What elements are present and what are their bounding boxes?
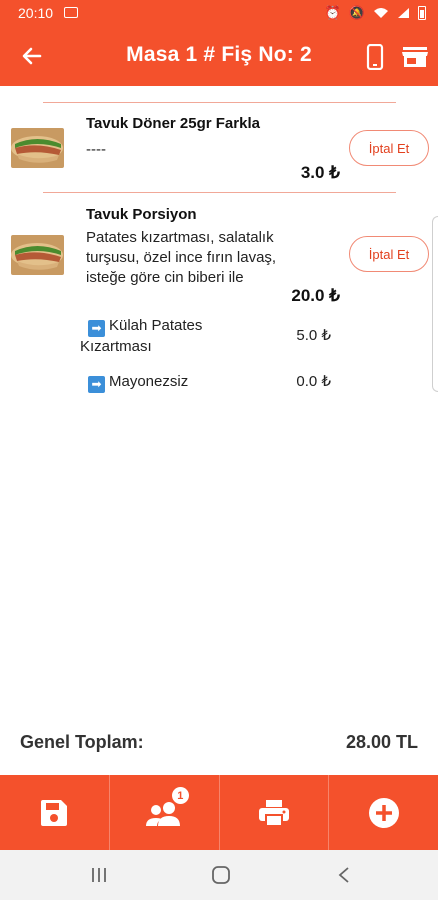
grand-total-row: Genel Toplam: 28.00 TL (0, 728, 438, 758)
system-nav-bar (0, 850, 438, 900)
right-arrow-icon: ➡ (88, 320, 105, 337)
gallery-notification-icon (64, 7, 78, 18)
option-price: 5.0 ₺ (296, 327, 331, 344)
print-button[interactable] (220, 775, 330, 850)
item-description: Patates kızartması, salatalık turşusu, ö… (86, 229, 277, 286)
wifi-icon (374, 8, 388, 18)
item-name: Tavuk Döner 25gr Farkla (86, 115, 260, 132)
grand-total-label: Genel Toplam: (20, 732, 144, 752)
add-circle-icon (368, 797, 399, 828)
mute-icon: 🔕 (348, 5, 365, 20)
bottom-action-bar: 1 (0, 775, 438, 850)
scrollbar[interactable] (432, 216, 438, 392)
option-price: 0.0 ₺ (296, 373, 331, 390)
status-icons: ⏰ 🔕 (325, 5, 426, 21)
cancel-item-button[interactable]: İptal Et (349, 130, 429, 166)
mobile-phone-icon[interactable] (364, 44, 386, 70)
cell-signal-icon (398, 8, 409, 18)
recent-apps-icon[interactable] (90, 866, 108, 884)
customers-button[interactable]: 1 (110, 775, 220, 850)
option-label: Külah Patates (109, 317, 203, 334)
grand-total-value: 28.00 TL (345, 732, 418, 752)
add-item-button[interactable] (329, 775, 438, 850)
save-button[interactable] (0, 775, 110, 850)
cancel-item-button[interactable]: İptal Et (349, 236, 429, 272)
printer-icon (258, 799, 289, 827)
item-separator (43, 102, 396, 103)
store-icon[interactable] (402, 46, 428, 68)
right-arrow-icon: ➡ (88, 376, 105, 393)
item-name: Tavuk Porsiyon (86, 206, 197, 223)
item-description: ---- (86, 141, 106, 158)
item-price: 20.0 ₺ (291, 286, 340, 305)
item-image (11, 235, 64, 275)
save-icon (41, 799, 68, 826)
item-image (11, 128, 64, 168)
status-bar: 20:10 ⏰ 🔕 (0, 0, 438, 26)
item-option: ➡ Mayonezsiz (88, 372, 188, 393)
status-time: 20:10 (18, 5, 54, 21)
item-option: ➡ Külah Patates Kızartması (80, 316, 202, 356)
app-bar: Masa 1 # Fiş No: 2 (0, 26, 438, 86)
item-separator (43, 192, 396, 193)
home-icon[interactable] (211, 866, 231, 884)
option-label-cont: Kızartması (80, 338, 152, 355)
alarm-icon: ⏰ (324, 5, 341, 20)
option-label: Mayonezsiz (109, 373, 189, 390)
customer-count-badge: 1 (171, 787, 189, 804)
back-nav-icon[interactable] (337, 866, 351, 884)
battery-icon (418, 6, 426, 20)
item-price: 3.0 ₺ (300, 163, 340, 182)
